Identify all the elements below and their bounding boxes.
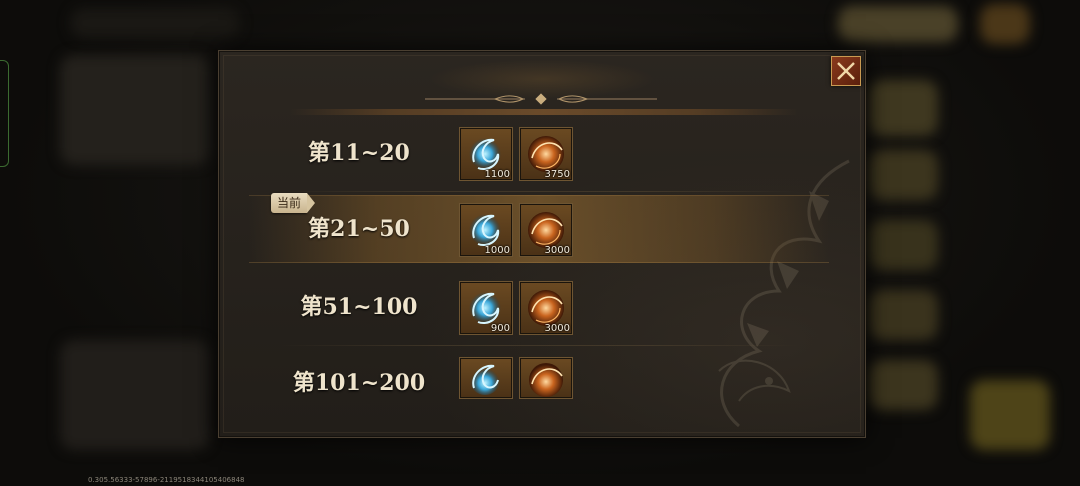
background-right-list-5 (868, 360, 938, 410)
item-quantity: 1000 (484, 245, 510, 256)
title-ornament-icon (425, 93, 657, 105)
reward-row: 第11~20 1100 3750 (249, 119, 829, 187)
reward-row: 第101~200 (249, 349, 829, 417)
left-edge-tab[interactable] (0, 60, 9, 167)
background-right-list-2 (868, 150, 938, 200)
reward-item-orange[interactable]: 3000 (519, 281, 573, 335)
background-right-list-3 (868, 220, 938, 270)
item-quantity: 3750 (544, 169, 570, 180)
ranking-reward-dialog: 第11~20 1100 3750 第21~50 1000 3000 第51~10… (218, 50, 866, 438)
background-right-yellow (970, 380, 1050, 450)
background-top-bar (70, 8, 240, 38)
reward-item-orange[interactable] (519, 357, 573, 399)
rank-range-label: 第11~20 (308, 140, 410, 166)
reward-row-current: 第21~50 1000 3000 (249, 195, 829, 263)
reward-item-blue[interactable] (459, 357, 513, 399)
rank-range-label: 第101~200 (292, 370, 426, 396)
item-quantity: 900 (490, 323, 510, 334)
background-top-right-avatar (980, 4, 1030, 44)
item-quantity: 1100 (484, 169, 510, 180)
reward-item-blue[interactable]: 1000 (459, 203, 513, 257)
background-panel-left-bottom (60, 340, 210, 450)
background-right-list-4 (868, 290, 938, 340)
orange-fire-orb-icon (529, 363, 563, 397)
close-icon (837, 62, 855, 80)
background-panel-left (60, 55, 210, 165)
item-quantity: 3000 (544, 245, 570, 256)
blue-crystal-orb-icon (470, 364, 500, 395)
reward-item-blue[interactable]: 900 (459, 281, 513, 335)
rank-range-label: 第51~100 (300, 294, 418, 320)
background-right-list-1 (868, 80, 938, 136)
reward-item-orange[interactable]: 3000 (519, 203, 573, 257)
current-rank-badge: 当前 (271, 193, 315, 213)
game-screen: 0.305.56333-57896-2119518344105406848 第1… (0, 0, 1080, 486)
close-button[interactable] (831, 56, 861, 86)
row-divider (279, 191, 799, 192)
item-quantity: 3000 (544, 323, 570, 334)
reward-item-blue[interactable]: 1100 (459, 127, 513, 181)
reward-row: 第51~100 900 3000 (249, 273, 829, 341)
header-divider (289, 109, 799, 115)
row-divider (279, 345, 799, 346)
build-info-text: 0.305.56333-57896-2119518344105406848 (88, 476, 245, 484)
background-top-right-button (838, 6, 958, 42)
reward-item-orange[interactable]: 3750 (519, 127, 573, 181)
